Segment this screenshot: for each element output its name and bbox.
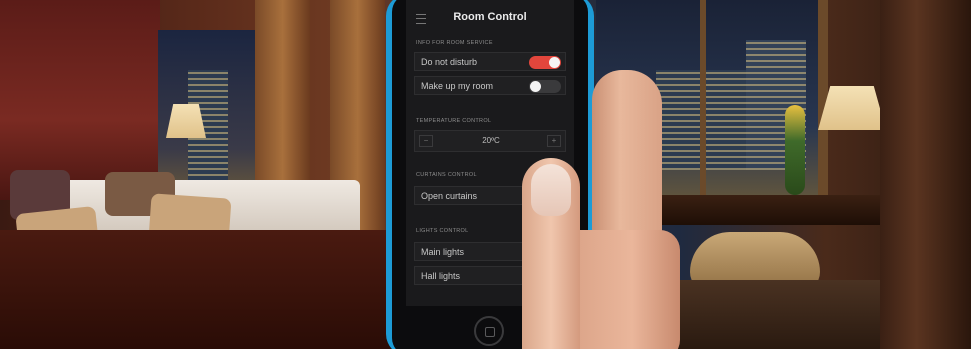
flowers — [785, 105, 805, 195]
section-label-service: INFO FOR ROOM SERVICE — [416, 40, 493, 46]
row-label: Make up my room — [421, 81, 494, 91]
nav-bar: Room Control — [406, 8, 574, 30]
row-make-up-room[interactable]: Make up my room — [414, 76, 566, 95]
toggle-knob — [530, 81, 541, 92]
do-not-disturb-toggle[interactable] — [529, 56, 561, 69]
wardrobe — [880, 0, 971, 349]
section-label-lights: LIGHTS CONTROL — [416, 228, 469, 234]
lamp-right — [818, 86, 886, 130]
window-mullion — [700, 0, 706, 210]
desk — [640, 195, 900, 225]
thumbnail — [531, 164, 571, 216]
row-label: Do not disturb — [421, 57, 478, 67]
bed — [0, 230, 400, 349]
row-label: Open curtains — [421, 191, 478, 201]
row-label: Main lights — [421, 247, 465, 257]
plus-icon[interactable]: + — [547, 135, 561, 147]
temperature-control: − 20ºC + — [414, 130, 566, 152]
toggle-knob — [549, 57, 560, 68]
row-label: Hall lights — [421, 271, 461, 281]
hotel-room-photo: Room Control INFO FOR ROOM SERVICE Do no… — [0, 0, 971, 349]
section-label-curtains: CURTAINS CONTROL — [416, 172, 477, 178]
section-label-temperature: TEMPERATURE CONTROL — [416, 118, 492, 124]
home-button-icon[interactable] — [474, 316, 504, 346]
page-title: Room Control — [453, 11, 527, 23]
temperature-value: 20ºC — [482, 136, 500, 145]
make-up-room-toggle[interactable] — [529, 80, 561, 93]
row-do-not-disturb[interactable]: Do not disturb — [414, 52, 566, 71]
